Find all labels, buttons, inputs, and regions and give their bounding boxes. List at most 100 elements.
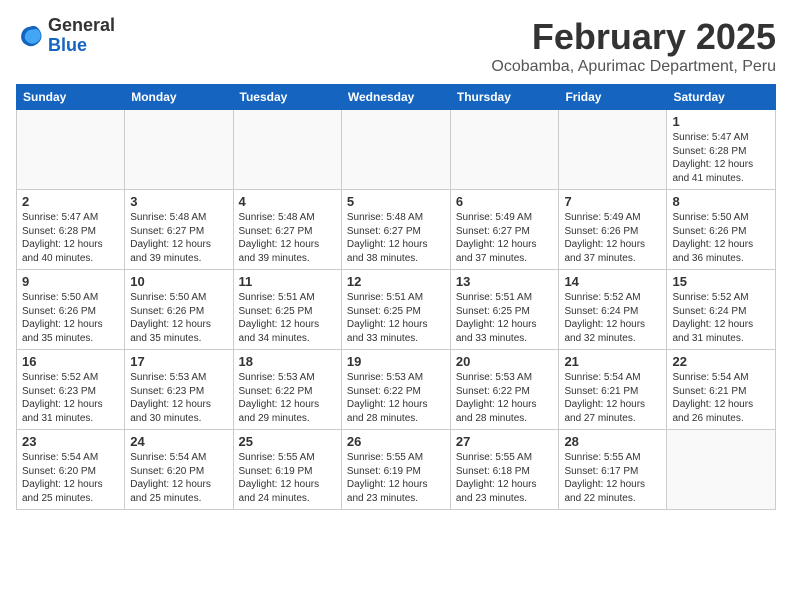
day-info: Sunrise: 5:55 AM Sunset: 6:19 PM Dayligh…: [239, 451, 336, 505]
day-info: Sunrise: 5:47 AM Sunset: 6:28 PM Dayligh…: [672, 131, 770, 185]
table-row: 1 Sunrise: 5:47 AM Sunset: 6:28 PM Daylig…: [667, 110, 776, 190]
logo-blue: Blue: [48, 36, 115, 56]
day-number: 20: [456, 354, 554, 369]
location-title: Ocobamba, Apurimac Department, Peru: [491, 58, 776, 76]
calendar-week-row: 9 Sunrise: 5:50 AM Sunset: 6:26 PM Daylig…: [17, 270, 776, 350]
day-info: Sunrise: 5:52 AM Sunset: 6:23 PM Dayligh…: [22, 371, 119, 425]
table-row: 14 Sunrise: 5:52 AM Sunset: 6:24 PM Dayli…: [559, 270, 667, 350]
table-row: [125, 110, 233, 190]
table-row: 2Sunrise: 5:47 AM Sunset: 6:28 PM Daylig…: [17, 190, 125, 270]
month-title: February 2025: [491, 16, 776, 58]
day-info: Sunrise: 5:54 AM Sunset: 6:21 PM Dayligh…: [564, 371, 661, 425]
table-row: 16 Sunrise: 5:52 AM Sunset: 6:23 PM Dayli…: [17, 350, 125, 430]
day-number: 9: [22, 274, 119, 289]
col-tuesday: Tuesday: [233, 85, 341, 110]
day-info: Sunrise: 5:54 AM Sunset: 6:20 PM Dayligh…: [22, 451, 119, 505]
table-row: 21 Sunrise: 5:54 AM Sunset: 6:21 PM Dayli…: [559, 350, 667, 430]
day-info: Sunrise: 5:50 AM Sunset: 6:26 PM Dayligh…: [130, 291, 227, 345]
logo: General Blue: [16, 16, 115, 56]
table-row: 18Sunrise: 5:53 AM Sunset: 6:22 PM Dayli…: [233, 350, 341, 430]
day-info: Sunrise: 5:54 AM Sunset: 6:20 PM Dayligh…: [130, 451, 227, 505]
day-number: 6: [456, 194, 554, 209]
calendar-table: Sunday Monday Tuesday Wednesday Thursday…: [16, 84, 776, 510]
table-row: 13Sunrise: 5:51 AM Sunset: 6:25 PM Dayli…: [450, 270, 559, 350]
calendar-header-row: Sunday Monday Tuesday Wednesday Thursday…: [17, 85, 776, 110]
day-info: Sunrise: 5:49 AM Sunset: 6:27 PM Dayligh…: [456, 211, 554, 265]
day-info: Sunrise: 5:50 AM Sunset: 6:26 PM Dayligh…: [22, 291, 119, 345]
day-info: Sunrise: 5:53 AM Sunset: 6:22 PM Dayligh…: [239, 371, 336, 425]
day-info: Sunrise: 5:47 AM Sunset: 6:28 PM Dayligh…: [22, 211, 119, 265]
table-row: [233, 110, 341, 190]
day-number: 11: [239, 274, 336, 289]
day-number: 21: [564, 354, 661, 369]
table-row: [450, 110, 559, 190]
table-row: 6 Sunrise: 5:49 AM Sunset: 6:27 PM Daylig…: [450, 190, 559, 270]
table-row: 5 Sunrise: 5:48 AM Sunset: 6:27 PM Daylig…: [341, 190, 450, 270]
table-row: 28Sunrise: 5:55 AM Sunset: 6:17 PM Dayli…: [559, 430, 667, 510]
table-row: 7 Sunrise: 5:49 AM Sunset: 6:26 PM Daylig…: [559, 190, 667, 270]
calendar-week-row: 16 Sunrise: 5:52 AM Sunset: 6:23 PM Dayli…: [17, 350, 776, 430]
day-number: 23: [22, 434, 119, 449]
day-number: 27: [456, 434, 554, 449]
table-row: 17 Sunrise: 5:53 AM Sunset: 6:23 PM Dayli…: [125, 350, 233, 430]
calendar-week-row: 23 Sunrise: 5:54 AM Sunset: 6:20 PM Dayli…: [17, 430, 776, 510]
table-row: 19 Sunrise: 5:53 AM Sunset: 6:22 PM Dayli…: [341, 350, 450, 430]
table-row: 24 Sunrise: 5:54 AM Sunset: 6:20 PM Dayli…: [125, 430, 233, 510]
table-row: 12 Sunrise: 5:51 AM Sunset: 6:25 PM Dayli…: [341, 270, 450, 350]
day-info: Sunrise: 5:51 AM Sunset: 6:25 PM Dayligh…: [239, 291, 336, 345]
day-number: 19: [347, 354, 445, 369]
title-area: February 2025 Ocobamba, Apurimac Departm…: [491, 16, 776, 76]
day-info: Sunrise: 5:48 AM Sunset: 6:27 PM Dayligh…: [130, 211, 227, 265]
table-row: [341, 110, 450, 190]
day-number: 12: [347, 274, 445, 289]
col-monday: Monday: [125, 85, 233, 110]
table-row: 23 Sunrise: 5:54 AM Sunset: 6:20 PM Dayli…: [17, 430, 125, 510]
day-info: Sunrise: 5:53 AM Sunset: 6:23 PM Dayligh…: [130, 371, 227, 425]
day-number: 4: [239, 194, 336, 209]
calendar-week-row: 2Sunrise: 5:47 AM Sunset: 6:28 PM Daylig…: [17, 190, 776, 270]
table-row: 26Sunrise: 5:55 AM Sunset: 6:19 PM Dayli…: [341, 430, 450, 510]
table-row: 3Sunrise: 5:48 AM Sunset: 6:27 PM Daylig…: [125, 190, 233, 270]
col-thursday: Thursday: [450, 85, 559, 110]
table-row: 11 Sunrise: 5:51 AM Sunset: 6:25 PM Dayli…: [233, 270, 341, 350]
header: General Blue February 2025 Ocobamba, Apu…: [16, 16, 776, 76]
day-number: 22: [672, 354, 770, 369]
day-number: 26: [347, 434, 445, 449]
day-info: Sunrise: 5:55 AM Sunset: 6:18 PM Dayligh…: [456, 451, 554, 505]
table-row: [17, 110, 125, 190]
day-number: 5: [347, 194, 445, 209]
day-number: 7: [564, 194, 661, 209]
day-number: 25: [239, 434, 336, 449]
day-info: Sunrise: 5:52 AM Sunset: 6:24 PM Dayligh…: [672, 291, 770, 345]
day-number: 24: [130, 434, 227, 449]
table-row: 4Sunrise: 5:48 AM Sunset: 6:27 PM Daylig…: [233, 190, 341, 270]
table-row: 20 Sunrise: 5:53 AM Sunset: 6:22 PM Dayli…: [450, 350, 559, 430]
col-saturday: Saturday: [667, 85, 776, 110]
table-row: 25 Sunrise: 5:55 AM Sunset: 6:19 PM Dayli…: [233, 430, 341, 510]
day-info: Sunrise: 5:52 AM Sunset: 6:24 PM Dayligh…: [564, 291, 661, 345]
table-row: 10 Sunrise: 5:50 AM Sunset: 6:26 PM Dayli…: [125, 270, 233, 350]
table-row: [667, 430, 776, 510]
day-info: Sunrise: 5:48 AM Sunset: 6:27 PM Dayligh…: [347, 211, 445, 265]
table-row: 8Sunrise: 5:50 AM Sunset: 6:26 PM Daylig…: [667, 190, 776, 270]
day-info: Sunrise: 5:51 AM Sunset: 6:25 PM Dayligh…: [347, 291, 445, 345]
day-info: Sunrise: 5:49 AM Sunset: 6:26 PM Dayligh…: [564, 211, 661, 265]
table-row: [559, 110, 667, 190]
day-number: 16: [22, 354, 119, 369]
table-row: 27 Sunrise: 5:55 AM Sunset: 6:18 PM Dayli…: [450, 430, 559, 510]
day-number: 10: [130, 274, 227, 289]
table-row: 9 Sunrise: 5:50 AM Sunset: 6:26 PM Daylig…: [17, 270, 125, 350]
day-info: Sunrise: 5:54 AM Sunset: 6:21 PM Dayligh…: [672, 371, 770, 425]
col-sunday: Sunday: [17, 85, 125, 110]
logo-general: General: [48, 16, 115, 36]
day-number: 14: [564, 274, 661, 289]
day-number: 1: [672, 114, 770, 129]
day-number: 8: [672, 194, 770, 209]
col-friday: Friday: [559, 85, 667, 110]
day-number: 17: [130, 354, 227, 369]
day-info: Sunrise: 5:53 AM Sunset: 6:22 PM Dayligh…: [347, 371, 445, 425]
day-number: 15: [672, 274, 770, 289]
logo-icon: [16, 22, 44, 50]
table-row: 15 Sunrise: 5:52 AM Sunset: 6:24 PM Dayli…: [667, 270, 776, 350]
day-info: Sunrise: 5:53 AM Sunset: 6:22 PM Dayligh…: [456, 371, 554, 425]
